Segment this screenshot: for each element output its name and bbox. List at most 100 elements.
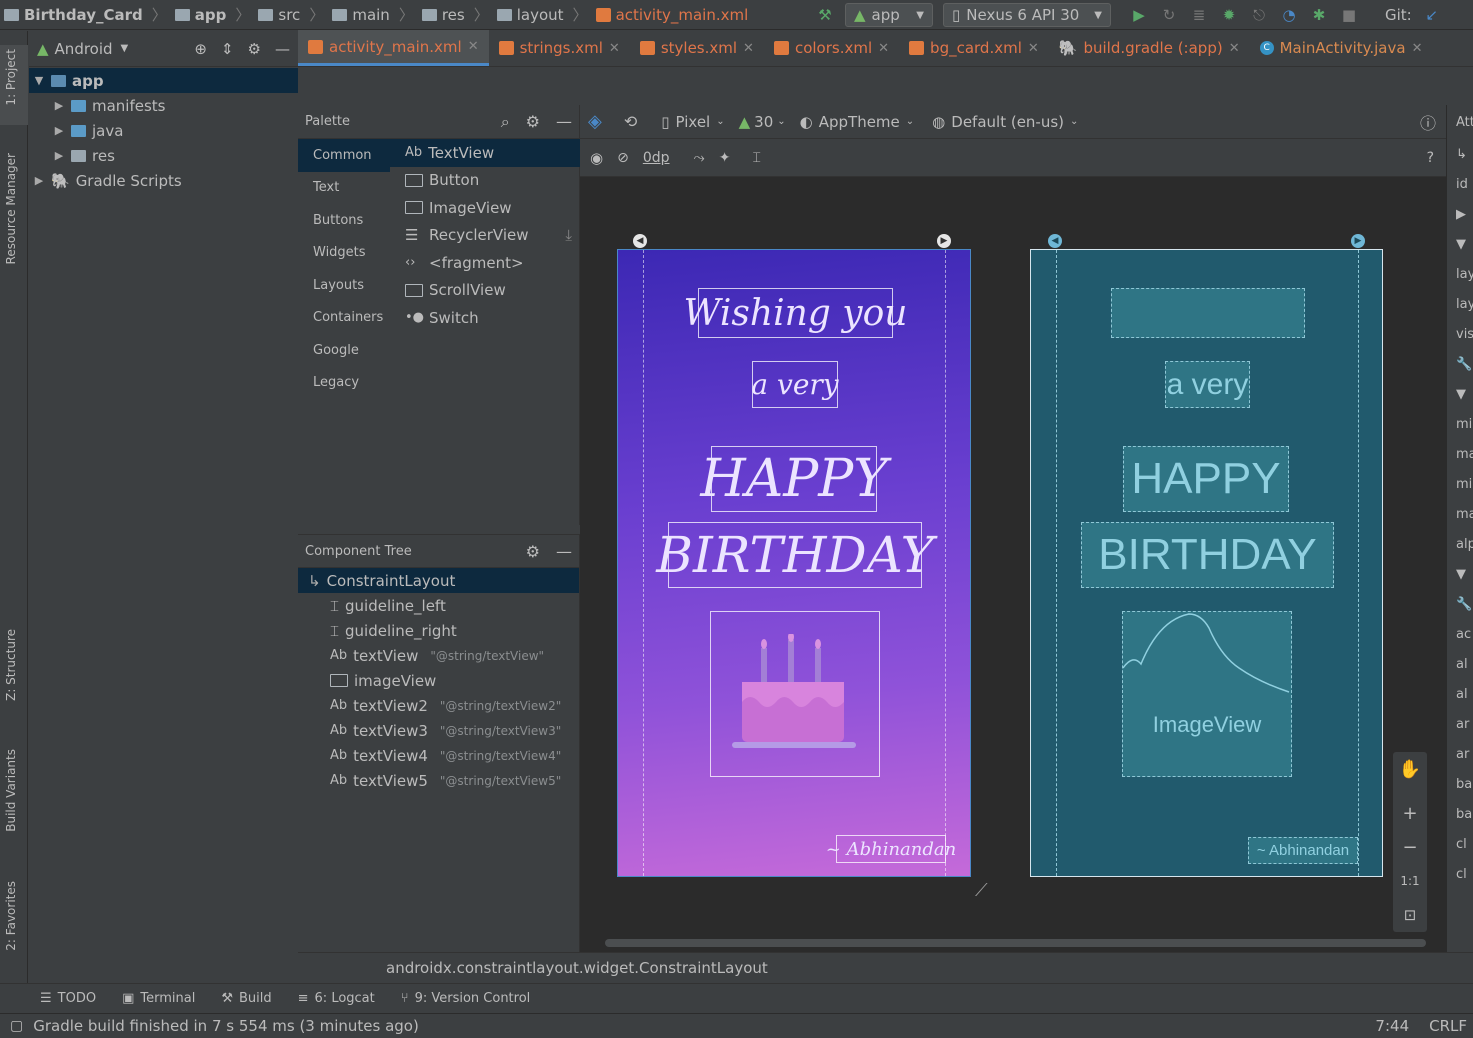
palette-item-button[interactable]: Button xyxy=(390,167,580,195)
device-select[interactable]: ▯ Nexus 6 API 30 ▼ xyxy=(943,3,1111,27)
coverage-icon[interactable]: ✱ xyxy=(1309,5,1329,25)
blueprint-text-a-very[interactable]: a very xyxy=(1165,361,1250,408)
stop-icon[interactable]: ■ xyxy=(1339,5,1359,25)
attribute-row[interactable]: ma xyxy=(1447,439,1473,469)
tree-node-textview3[interactable]: Ab textView3 "@string/textView3" xyxy=(298,718,579,743)
guideline-left[interactable] xyxy=(643,250,644,876)
clear-constraints-icon[interactable]: ⤳ xyxy=(694,150,705,166)
git-update-icon[interactable]: ↙ xyxy=(1422,5,1442,25)
expand-arrow-icon[interactable]: ▼ xyxy=(1447,229,1473,259)
palette-item-recyclerview[interactable]: ☰ RecyclerView ⤓ xyxy=(390,222,580,250)
crumb-res[interactable]: res 〉 xyxy=(418,4,493,25)
theme-select[interactable]: ◐ AppTheme ⌄ xyxy=(800,113,915,131)
tree-node-textview4[interactable]: Ab textView4 "@string/textView4" xyxy=(298,743,579,768)
project-view-select[interactable]: Android xyxy=(55,40,113,58)
tab-main-activity[interactable]: C MainActivity.java ✕ xyxy=(1250,30,1433,66)
component-path[interactable]: androidx.constraintlayout.widget.Constra… xyxy=(386,959,768,977)
tab-build-gradle[interactable]: 🐘 build.gradle (:app) ✕ xyxy=(1049,30,1250,66)
attribute-row[interactable]: mi xyxy=(1447,469,1473,499)
pan-icon[interactable]: ✋ xyxy=(1393,752,1427,786)
tree-node-guideline-right[interactable]: ⌶ guideline_right xyxy=(298,618,579,643)
infer-constraints-icon[interactable]: ✦ xyxy=(719,150,731,166)
view-options-icon[interactable]: ◉ xyxy=(590,149,603,167)
tab-activity-main[interactable]: activity_main.xml ✕ xyxy=(298,30,489,66)
palette-item-scrollview[interactable]: ScrollView xyxy=(390,277,580,305)
default-margin[interactable]: 0dp xyxy=(643,150,670,166)
tree-node-guideline-left[interactable]: ⌶ guideline_left xyxy=(298,593,579,618)
chevron-down-icon[interactable]: ▼ xyxy=(121,43,129,54)
hammer-icon[interactable]: ⚒ xyxy=(815,5,835,25)
close-icon[interactable]: ✕ xyxy=(1229,41,1240,56)
attribute-row[interactable]: ba xyxy=(1447,799,1473,829)
apply-code-icon[interactable]: ≣ xyxy=(1189,5,1209,25)
tab-strings[interactable]: strings.xml ✕ xyxy=(489,30,630,66)
horizontal-scrollbar[interactable] xyxy=(605,939,1426,947)
attribute-row[interactable]: ar xyxy=(1447,709,1473,739)
close-icon[interactable]: ✕ xyxy=(609,41,620,56)
tab-styles[interactable]: styles.xml ✕ xyxy=(630,30,764,66)
build-variants-tab[interactable]: Build Variants xyxy=(4,749,18,832)
gear-icon[interactable]: ⚙ xyxy=(248,40,261,58)
tree-node-textview5[interactable]: Ab textView5 "@string/textView5" xyxy=(298,768,579,793)
guideline-right[interactable] xyxy=(1358,250,1359,876)
tool-window-todo[interactable]: ☰ TODO xyxy=(40,991,96,1006)
attribute-row[interactable]: cl xyxy=(1447,829,1473,859)
layout-icon[interactable]: ▢ xyxy=(10,1018,23,1034)
zoom-in-icon[interactable]: + xyxy=(1393,796,1427,830)
blueprint-text-signature[interactable]: ~ Abhinandan xyxy=(1248,837,1358,864)
expand-arrow-icon[interactable]: ▼ xyxy=(1447,379,1473,409)
palette-item-imageview[interactable]: ImageView xyxy=(390,194,580,222)
palette-item-switch[interactable]: •● Switch xyxy=(390,304,580,332)
cake-image[interactable] xyxy=(710,611,880,777)
text-a-very[interactable]: a very xyxy=(751,361,839,408)
tool-window-terminal[interactable]: ▣ Terminal xyxy=(122,991,195,1006)
tool-window-build[interactable]: ⚒ Build xyxy=(221,991,271,1006)
resize-handle-icon[interactable]: ⟋ xyxy=(975,880,988,901)
tree-item-manifests[interactable]: ▶ manifests xyxy=(29,93,298,118)
gear-icon[interactable]: ⚙ xyxy=(526,112,540,132)
tab-colors[interactable]: colors.xml ✕ xyxy=(764,30,899,66)
attribute-row[interactable]: lay xyxy=(1447,259,1473,289)
attribute-row[interactable]: lay xyxy=(1447,289,1473,319)
attribute-row[interactable]: vis xyxy=(1447,319,1473,349)
close-icon[interactable]: ✕ xyxy=(1028,41,1039,56)
search-icon[interactable]: ⌕ xyxy=(501,112,510,132)
palette-category-layouts[interactable]: Layouts xyxy=(298,269,390,302)
status-message[interactable]: Gradle build finished in 7 s 554 ms (3 m… xyxy=(33,1017,419,1035)
crumb-layout[interactable]: layout 〉 xyxy=(493,4,592,25)
palette-category-containers[interactable]: Containers xyxy=(298,302,390,335)
hide-icon[interactable]: — xyxy=(556,112,572,132)
text-signature[interactable]: ~ Abhinandan xyxy=(826,835,956,863)
design-canvas[interactable]: Wishing you a very HAPPY BIRTHDAY ~ Abhi… xyxy=(580,177,1446,952)
attribute-row[interactable]: ac xyxy=(1447,619,1473,649)
crumb-project[interactable]: Birthday_Card 〉 xyxy=(0,4,171,25)
guideline-handle-icon[interactable]: ◀ xyxy=(633,234,647,248)
palette-category-common[interactable]: Common xyxy=(298,139,390,172)
design-preview[interactable]: Wishing you a very HAPPY BIRTHDAY ~ Abhi… xyxy=(617,249,971,877)
gear-icon[interactable]: ⚙ xyxy=(526,542,540,561)
close-icon[interactable]: ✕ xyxy=(878,41,889,56)
warning-icon[interactable]: ⓘ xyxy=(1420,110,1436,134)
blueprint-text-wishing[interactable] xyxy=(1111,288,1305,338)
download-icon[interactable]: ⤓ xyxy=(565,226,572,244)
device-select[interactable]: ▯ Pixel ⌄ xyxy=(661,113,724,131)
attribute-row[interactable]: mi xyxy=(1447,409,1473,439)
expand-arrow-icon[interactable]: ▶ xyxy=(1447,199,1473,229)
blueprint-preview[interactable]: a very HAPPY BIRTHDAY ImageView ~ Abhina… xyxy=(1030,249,1383,877)
palette-item-fragment[interactable]: ‹› <fragment> xyxy=(390,249,580,277)
autoconnect-icon[interactable]: ⊘ xyxy=(617,150,629,166)
attribute-row[interactable]: cl xyxy=(1447,859,1473,889)
attribute-row[interactable]: ar xyxy=(1447,739,1473,769)
text-happy[interactable]: HAPPY xyxy=(700,446,888,512)
tree-node-imageview[interactable]: imageView xyxy=(298,668,579,693)
close-icon[interactable]: ✕ xyxy=(743,41,754,56)
attribute-row[interactable]: ba xyxy=(1447,769,1473,799)
favorites-tab[interactable]: 2: Favorites xyxy=(4,881,18,951)
text-birthday[interactable]: BIRTHDAY xyxy=(656,522,934,588)
blueprint-text-happy[interactable]: HAPPY xyxy=(1123,446,1289,512)
apply-changes-icon[interactable]: ↻ xyxy=(1159,5,1179,25)
structure-tab[interactable]: Z: Structure xyxy=(4,629,18,701)
run-icon[interactable]: ▶ xyxy=(1129,5,1149,25)
locate-icon[interactable]: ⊕ xyxy=(194,40,207,58)
layers-icon[interactable]: ◈ xyxy=(588,111,602,132)
